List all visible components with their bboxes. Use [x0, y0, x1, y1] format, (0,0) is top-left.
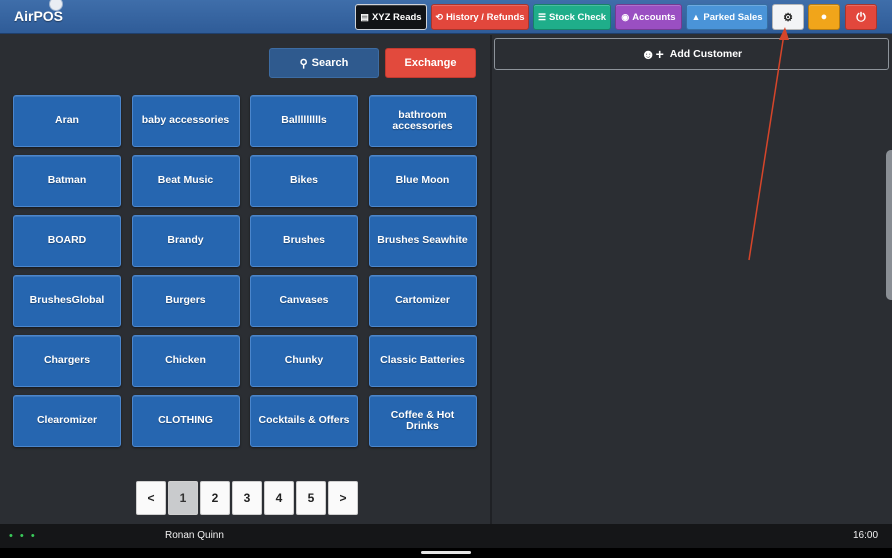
- add-customer-button[interactable]: ☻+ Add Customer: [494, 38, 889, 70]
- category-button[interactable]: Brushes Seawhite: [368, 215, 477, 267]
- stock-check-label: Stock Check: [549, 11, 607, 23]
- page-next-button[interactable]: >: [328, 481, 358, 515]
- category-button[interactable]: Chunky: [250, 335, 358, 387]
- logged-in-user: Ronan Quinn: [165, 530, 224, 541]
- history-refunds-label: History / Refunds: [445, 11, 525, 23]
- category-button[interactable]: Blue Moon: [368, 155, 477, 207]
- category-button[interactable]: Brandy: [131, 215, 240, 267]
- home-indicator[interactable]: [421, 551, 471, 554]
- search-label: Search: [311, 57, 349, 69]
- category-button[interactable]: Clearomizer: [13, 395, 121, 447]
- category-button[interactable]: Canvases: [250, 275, 358, 327]
- gear-icon: ⚙: [783, 11, 793, 24]
- category-button[interactable]: BrushesGlobal: [13, 275, 121, 327]
- history-refunds-button[interactable]: ⟲ History / Refunds: [431, 4, 529, 30]
- parked-sales-button[interactable]: ▲ Parked Sales: [686, 4, 768, 30]
- side-drawer-handle[interactable]: [886, 150, 892, 300]
- list-icon: ☰: [537, 11, 547, 22]
- page-1-button[interactable]: 1: [168, 481, 198, 515]
- road-icon: ▲: [691, 12, 701, 22]
- category-button[interactable]: bathroom accessories: [368, 95, 477, 147]
- user-plus-icon: ☻+: [640, 46, 664, 62]
- category-button[interactable]: Brushes: [250, 215, 358, 267]
- category-grid: Aran baby accessories Ballllllllls bathr…: [13, 95, 477, 447]
- accounts-button[interactable]: ◉ Accounts: [615, 4, 682, 30]
- category-button[interactable]: baby accessories: [131, 95, 240, 147]
- receipt-icon: ▤: [360, 11, 369, 22]
- user-icon: ●: [820, 11, 828, 23]
- category-button[interactable]: Classic Batteries: [368, 335, 477, 387]
- category-button[interactable]: Coffee & Hot Drinks: [368, 395, 477, 447]
- page-4-button[interactable]: 4: [264, 481, 294, 515]
- clock: 16:00: [853, 530, 879, 541]
- add-customer-label: Add Customer: [669, 48, 743, 60]
- search-icon: ⚲: [299, 57, 308, 70]
- top-bar: AirPOS ▤ XYZ Reads ⟲ History / Refunds ☰…: [0, 0, 892, 34]
- search-button[interactable]: ⚲ Search: [269, 48, 379, 78]
- exchange-label: Exchange: [404, 57, 457, 69]
- xyz-reads-button[interactable]: ▤ XYZ Reads: [355, 4, 427, 30]
- category-button[interactable]: Cocktails & Offers: [250, 395, 358, 447]
- status-bar: • • • Ronan Quinn 16:00: [0, 524, 892, 548]
- power-button[interactable]: ⏻: [845, 4, 877, 30]
- category-button[interactable]: Aran: [13, 95, 121, 147]
- accounts-label: Accounts: [632, 11, 676, 23]
- category-button[interactable]: Batman: [13, 155, 121, 207]
- category-button[interactable]: Cartomizer: [368, 275, 477, 327]
- category-button[interactable]: Chargers: [13, 335, 121, 387]
- stock-check-button[interactable]: ☰ Stock Check: [533, 4, 611, 30]
- page-2-button[interactable]: 2: [200, 481, 230, 515]
- users-icon: ◉: [621, 11, 630, 22]
- connection-dots: • • •: [9, 530, 37, 542]
- basket-panel: [492, 35, 892, 524]
- power-icon: ⏻: [856, 9, 866, 24]
- settings-button[interactable]: ⚙: [772, 4, 804, 30]
- exchange-button[interactable]: Exchange: [385, 48, 476, 78]
- page-5-button[interactable]: 5: [296, 481, 326, 515]
- user-button[interactable]: ●: [808, 4, 840, 30]
- page-3-button[interactable]: 3: [232, 481, 262, 515]
- parked-sales-label: Parked Sales: [703, 11, 763, 23]
- category-button[interactable]: Bikes: [250, 155, 358, 207]
- category-button[interactable]: Chicken: [131, 335, 240, 387]
- history-icon: ⟲: [435, 11, 443, 22]
- pagination: < 1 2 3 4 5 >: [136, 481, 360, 515]
- page-prev-button[interactable]: <: [136, 481, 166, 515]
- category-button[interactable]: Burgers: [131, 275, 240, 327]
- category-button[interactable]: BOARD: [13, 215, 121, 267]
- category-button[interactable]: CLOTHING: [131, 395, 240, 447]
- category-button[interactable]: Ballllllllls: [250, 95, 358, 147]
- xyz-reads-label: XYZ Reads: [371, 11, 422, 23]
- category-button[interactable]: Beat Music: [131, 155, 240, 207]
